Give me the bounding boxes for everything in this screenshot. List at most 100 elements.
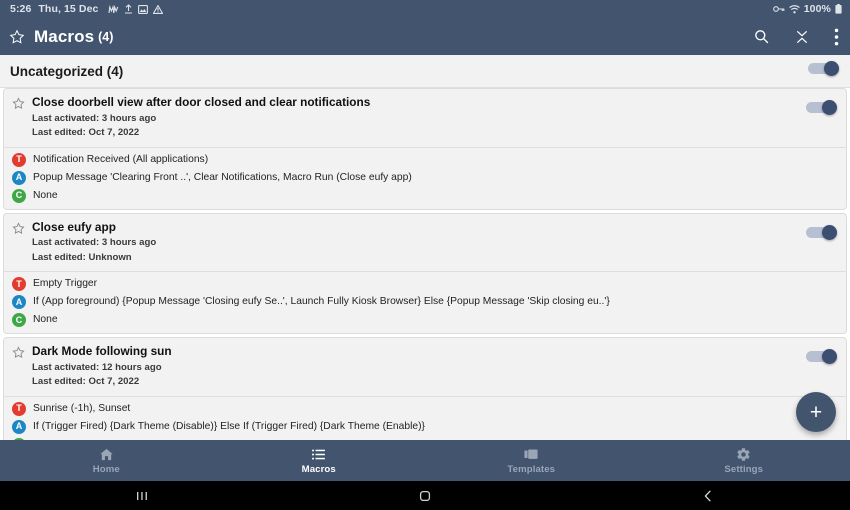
collapse-all-icon[interactable]	[794, 29, 810, 45]
macro-card-body: T Empty Trigger A If (App foreground) {P…	[4, 272, 846, 333]
switch-thumb	[822, 100, 837, 115]
switch[interactable]	[806, 349, 837, 365]
macro-title: Dark Mode following sun	[32, 344, 172, 359]
macro-trigger-row: T Notification Received (All application…	[12, 152, 838, 167]
macro-card-header[interactable]: Dark Mode following sun Last activated: …	[4, 338, 846, 394]
action-badge-icon: A	[12, 419, 26, 434]
image-icon	[138, 4, 149, 14]
macro-constraint-row: C None	[12, 313, 838, 328]
macro-trigger-text: Notification Received (All applications)	[33, 153, 209, 165]
gear-icon	[736, 447, 751, 462]
nav-item-templates[interactable]: Templates	[425, 440, 638, 481]
status-bar-left: 5:26 Thu, 15 Dec	[10, 3, 164, 15]
wifi-icon	[788, 4, 800, 14]
macro-last-edited: Last edited: Oct 7, 2022	[32, 376, 140, 388]
macro-constraint-text: None	[33, 314, 58, 326]
category-enable-toggle[interactable]	[808, 61, 839, 81]
macro-list[interactable]: Close doorbell view after door closed an…	[0, 88, 850, 440]
macro-card[interactable]: Dark Mode following sun Last activated: …	[3, 337, 847, 440]
category-title: Uncategorized (4)	[10, 63, 124, 79]
templates-icon	[523, 447, 539, 462]
status-bar-date: Thu, 15 Dec	[38, 3, 99, 15]
macro-enable-toggle[interactable]	[806, 224, 837, 245]
nav-item-settings[interactable]: Settings	[638, 440, 850, 481]
macro-action-row: A If (Trigger Fired) {Dark Theme (Disabl…	[12, 419, 838, 434]
nav-label-settings: Settings	[724, 463, 764, 475]
home-button[interactable]	[283, 489, 566, 503]
app-bar-actions	[753, 28, 839, 46]
trigger-badge-icon: T	[12, 152, 26, 167]
nav-label-templates: Templates	[507, 463, 556, 475]
switch[interactable]	[806, 100, 837, 115]
macro-constraint-text: None	[33, 189, 58, 201]
macro-trigger-text: Sunrise (-1h), Sunset	[33, 403, 131, 415]
macro-action-text: If (Trigger Fired) {Dark Theme (Disable)…	[33, 421, 425, 433]
macro-card-header[interactable]: Close eufy app Last activated: 3 hours a…	[4, 214, 846, 270]
action-badge-icon: A	[12, 170, 26, 185]
switch[interactable]	[806, 224, 837, 240]
list-icon	[311, 447, 326, 462]
bottom-navigation: Home Macros Templates Settings	[0, 440, 850, 481]
macro-enable-toggle[interactable]	[806, 349, 837, 369]
back-button[interactable]	[567, 489, 850, 503]
trigger-badge-icon: T	[12, 277, 26, 292]
switch[interactable]	[808, 61, 839, 76]
trigger-badge-icon: T	[12, 401, 26, 416]
warning-icon	[153, 4, 164, 14]
macro-trigger-text: Empty Trigger	[33, 278, 98, 290]
status-bar-clock: 5:26	[10, 3, 32, 15]
favorite-star-icon[interactable]	[12, 97, 25, 115]
switch-thumb	[822, 224, 837, 240]
page-title: Macros	[34, 26, 95, 46]
constraint-badge-icon: C	[12, 313, 26, 328]
macro-card[interactable]: Close doorbell view after door closed an…	[3, 88, 847, 210]
battery-percent-label: 100%	[803, 3, 831, 15]
macro-card[interactable]: Close eufy app Last activated: 3 hours a…	[3, 212, 847, 335]
macro-enable-toggle[interactable]	[806, 100, 837, 120]
overflow-menu-icon[interactable]	[834, 28, 839, 46]
nav-item-home[interactable]: Home	[0, 440, 213, 481]
macro-card-meta: Dark Mode following sun Last activated: …	[32, 345, 172, 388]
macro-constraint-row: C None	[12, 188, 838, 203]
macro-last-edited: Last edited: Unknown	[32, 251, 132, 263]
macro-count: (4)	[98, 29, 114, 44]
system-navigation-bar	[0, 481, 850, 510]
macro-action-row: A Popup Message 'Clearing Front ..', Cle…	[12, 170, 838, 185]
search-icon[interactable]	[753, 28, 770, 45]
home-icon	[99, 447, 114, 462]
android-status-bar: 5:26 Thu, 15 Dec 100%	[0, 0, 850, 18]
macro-title: Close eufy app	[32, 219, 116, 234]
macro-last-edited: Last edited: Oct 7, 2022	[32, 127, 140, 139]
macro-card-body: T Sunrise (-1h), Sunset A If (Trigger Fi…	[4, 397, 846, 440]
app-root: 5:26 Thu, 15 Dec 100% Macros (4) Uncateg…	[0, 0, 850, 510]
battery-icon	[835, 4, 842, 14]
switch-thumb	[822, 349, 837, 365]
vpn-key-icon	[772, 5, 785, 13]
app-bar: Macros (4)	[0, 18, 850, 55]
macro-card-meta: Close doorbell view after door closed an…	[32, 95, 371, 139]
add-macro-fab[interactable]: +	[796, 392, 836, 432]
macro-trigger-row: T Empty Trigger	[12, 277, 838, 292]
macro-action-text: Popup Message 'Clearing Front ..', Clear…	[33, 171, 412, 183]
macro-last-activated: Last activated: 3 hours ago	[32, 237, 157, 249]
favorite-star-icon[interactable]	[12, 346, 25, 364]
status-bar-right: 100%	[772, 3, 842, 15]
macro-last-activated: Last activated: 12 hours ago	[32, 361, 162, 373]
constraint-badge-icon: C	[12, 188, 26, 203]
macro-card-header[interactable]: Close doorbell view after door closed an…	[4, 89, 846, 145]
macro-card-meta: Close eufy app Last activated: 3 hours a…	[32, 219, 157, 264]
star-outline-icon[interactable]	[9, 29, 25, 45]
macrodroid-icon	[108, 4, 119, 14]
macro-title: Close doorbell view after door closed an…	[32, 95, 371, 109]
category-header[interactable]: Uncategorized (4)	[0, 55, 850, 88]
action-badge-icon: A	[12, 295, 26, 310]
macro-action-text: If (App foreground) {Popup Message 'Clos…	[33, 296, 610, 308]
favorite-star-icon[interactable]	[12, 222, 25, 240]
macro-card-body: T Notification Received (All application…	[4, 148, 846, 209]
nav-label-macros: Macros	[301, 463, 336, 475]
macro-action-row: A If (App foreground) {Popup Message 'Cl…	[12, 295, 838, 310]
status-bar-notification-icons	[108, 4, 164, 14]
recents-button[interactable]	[0, 489, 283, 503]
nav-item-macros[interactable]: Macros	[213, 440, 426, 481]
macro-last-activated: Last activated: 3 hours ago	[32, 112, 157, 124]
